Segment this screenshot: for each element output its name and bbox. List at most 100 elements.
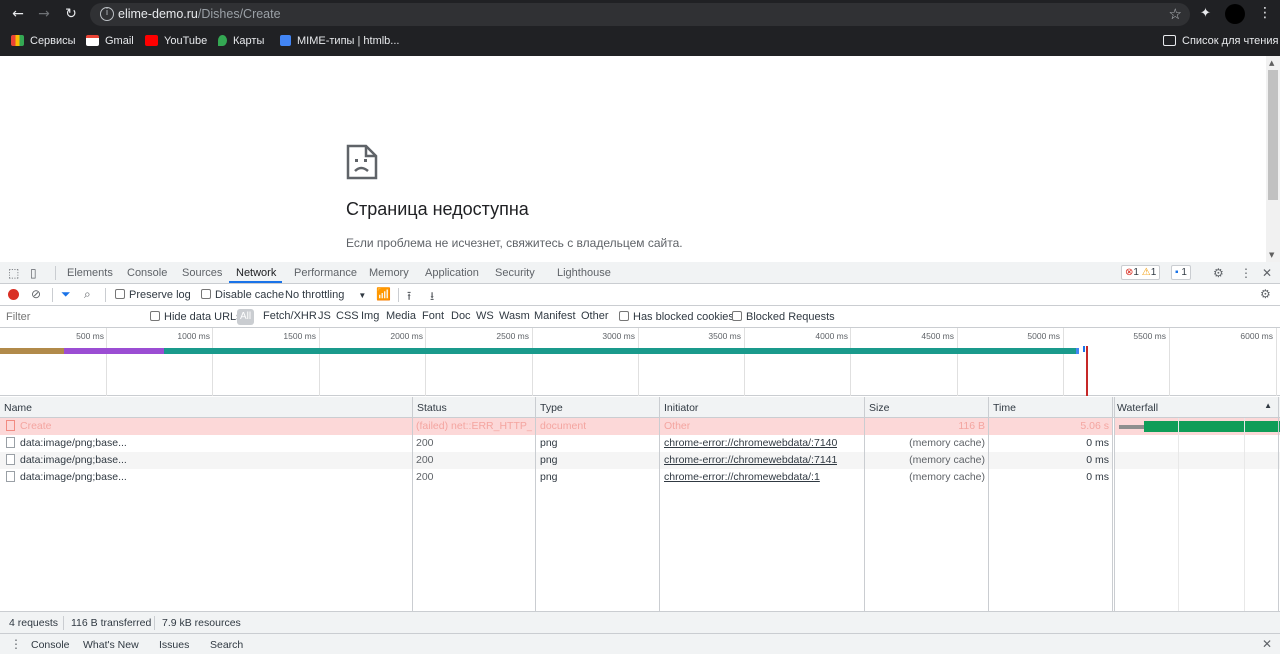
bookmark-star-icon[interactable]: ☆ <box>1169 5 1182 23</box>
preserve-log-checkbox[interactable]: Preserve log <box>115 289 191 301</box>
column-divider[interactable] <box>988 397 989 611</box>
filter-icon[interactable]: ⏷ <box>61 287 71 302</box>
column-header-name[interactable]: Name <box>0 397 413 418</box>
tab-memory[interactable]: Memory <box>369 267 409 279</box>
inspect-element-icon[interactable]: ⬚ <box>8 266 19 280</box>
more-options-icon[interactable]: ⋮ <box>1240 266 1252 280</box>
network-settings-icon[interactable]: ⚙ <box>1260 287 1271 301</box>
column-header-initiator[interactable]: Initiator <box>660 397 865 418</box>
scroll-up-icon[interactable]: ▲ <box>1269 59 1274 67</box>
blocked-requests-checkbox[interactable]: Blocked Requests <box>732 311 835 323</box>
disable-cache-checkbox[interactable]: Disable cache <box>201 289 284 301</box>
search-icon[interactable]: ⌕ <box>84 287 91 302</box>
settings-gear-icon[interactable]: ⚙ <box>1213 266 1224 280</box>
bookmark-youtube[interactable]: YouTube <box>145 33 207 49</box>
filter-wasm[interactable]: Wasm <box>499 310 530 322</box>
profile-avatar[interactable] <box>1225 4 1245 24</box>
bookmark-maps[interactable]: Карты <box>218 33 264 49</box>
clear-icon[interactable]: ⊘ <box>31 287 41 301</box>
drawer-tab-console[interactable]: Console <box>31 639 70 651</box>
table-row[interactable]: data:image/png;base... 200 png chrome-er… <box>0 452 1113 469</box>
column-header-size[interactable]: Size <box>865 397 989 418</box>
extensions-icon[interactable]: ✦ <box>1200 6 1211 21</box>
filter-manifest[interactable]: Manifest <box>534 310 576 322</box>
network-conditions-icon[interactable]: 📶 <box>376 287 391 301</box>
export-har-icon[interactable]: ⭳ <box>430 287 434 308</box>
checkbox[interactable] <box>115 289 125 299</box>
reload-icon[interactable]: ↻ <box>63 6 79 22</box>
filter-other[interactable]: Other <box>581 310 609 322</box>
info-icon[interactable]: i <box>100 7 114 21</box>
filter-ws[interactable]: WS <box>476 310 494 322</box>
filter-media[interactable]: Media <box>386 310 416 322</box>
reading-list[interactable]: Список для чтения <box>1163 33 1278 49</box>
column-divider[interactable] <box>412 397 413 611</box>
table-row[interactable]: Create (failed) net::ERR_HTTP_R... docum… <box>0 418 1113 435</box>
filter-font[interactable]: Font <box>422 310 444 322</box>
filter-fetch-xhr[interactable]: Fetch/XHR <box>263 310 317 322</box>
checkbox[interactable] <box>619 311 629 321</box>
filter-all-button[interactable]: All <box>237 309 254 325</box>
column-divider[interactable] <box>535 397 536 611</box>
tab-elements[interactable]: Elements <box>67 267 113 279</box>
hide-data-urls-checkbox[interactable]: Hide data URLs <box>150 311 242 323</box>
page-scrollbar[interactable]: ▲ ▼ <box>1266 56 1280 262</box>
filter-input[interactable] <box>2 309 140 325</box>
drawer-menu-icon[interactable]: ⋮ <box>10 637 22 651</box>
messages-counter[interactable]: ▪ 1 <box>1171 265 1191 280</box>
tick-label: 2500 ms <box>496 331 529 341</box>
throttling-select[interactable]: No throttling ▼ <box>285 289 366 301</box>
drawer-tab-whats-new[interactable]: What's New <box>83 639 139 651</box>
back-icon[interactable]: ← <box>10 6 26 22</box>
close-icon[interactable]: ✕ <box>1262 266 1272 280</box>
tab-sources[interactable]: Sources <box>182 267 222 279</box>
cell-initiator-link[interactable]: chrome-error://chromewebdata/:7140 <box>664 437 837 449</box>
device-toolbar-icon[interactable]: ▯ <box>30 266 37 280</box>
cell-initiator-link[interactable]: chrome-error://chromewebdata/:1 <box>664 471 820 483</box>
record-icon[interactable] <box>8 289 19 300</box>
table-row[interactable]: data:image/png;base... 200 png chrome-er… <box>0 435 1113 452</box>
drawer-tab-issues[interactable]: Issues <box>159 639 189 651</box>
filter-img[interactable]: Img <box>361 310 379 322</box>
column-divider[interactable] <box>864 397 865 611</box>
cell-initiator-link[interactable]: chrome-error://chromewebdata/:7141 <box>664 454 837 466</box>
tab-application[interactable]: Application <box>425 267 479 279</box>
bookmark-gmail[interactable]: Gmail <box>86 33 134 49</box>
drawer-tab-search[interactable]: Search <box>210 639 243 651</box>
column-header-status[interactable]: Status <box>413 397 536 418</box>
tab-security[interactable]: Security <box>495 267 535 279</box>
tab-network[interactable]: Network <box>236 267 276 279</box>
issues-counter[interactable]: ⊗1 ⚠1 <box>1121 265 1161 280</box>
column-header-type[interactable]: Type <box>536 397 660 418</box>
checkbox[interactable] <box>201 289 211 299</box>
table-row[interactable]: data:image/png;base... 200 png chrome-er… <box>0 469 1113 486</box>
bookmark-label: YouTube <box>164 35 208 47</box>
blocked-requests-label: Blocked Requests <box>746 311 835 323</box>
scrollbar-thumb[interactable] <box>1268 70 1278 200</box>
bookmark-mime[interactable]: MIME-типы | htmlb... <box>280 33 399 49</box>
bookmark-services[interactable]: Сервисы <box>11 33 76 49</box>
checkbox[interactable] <box>732 311 742 321</box>
column-header-time[interactable]: Time <box>989 397 1113 418</box>
tab-console[interactable]: Console <box>127 267 167 279</box>
filter-css[interactable]: CSS <box>336 310 359 322</box>
column-header-waterfall[interactable]: Waterfall ▲ <box>1113 397 1280 418</box>
column-divider[interactable] <box>659 397 660 611</box>
scroll-down-icon[interactable]: ▼ <box>1269 251 1274 259</box>
cell-size: (memory cache) <box>909 471 985 483</box>
tab-performance[interactable]: Performance <box>294 267 357 279</box>
column-divider[interactable] <box>1112 397 1113 611</box>
cell-time: 0 ms <box>1086 437 1109 449</box>
filter-doc[interactable]: Doc <box>451 310 471 322</box>
address-bar[interactable]: i elime-demo.ru/Dishes/Create ☆ <box>90 3 1190 26</box>
forward-icon[interactable]: → <box>36 6 52 22</box>
import-har-icon[interactable]: ⭱ <box>407 287 411 308</box>
checkbox[interactable] <box>150 311 160 321</box>
tab-lighthouse[interactable]: Lighthouse <box>557 267 611 279</box>
network-overview-timeline[interactable]: 500 ms 1000 ms 1500 ms 2000 ms 2500 ms 3… <box>0 328 1280 396</box>
filter-js[interactable]: JS <box>318 310 331 322</box>
url-text[interactable]: elime-demo.ru/Dishes/Create <box>118 7 281 21</box>
close-drawer-icon[interactable]: ✕ <box>1262 637 1272 651</box>
has-blocked-cookies-checkbox[interactable]: Has blocked cookies <box>619 311 734 323</box>
browser-menu-icon[interactable]: ⋮ <box>1258 5 1272 21</box>
